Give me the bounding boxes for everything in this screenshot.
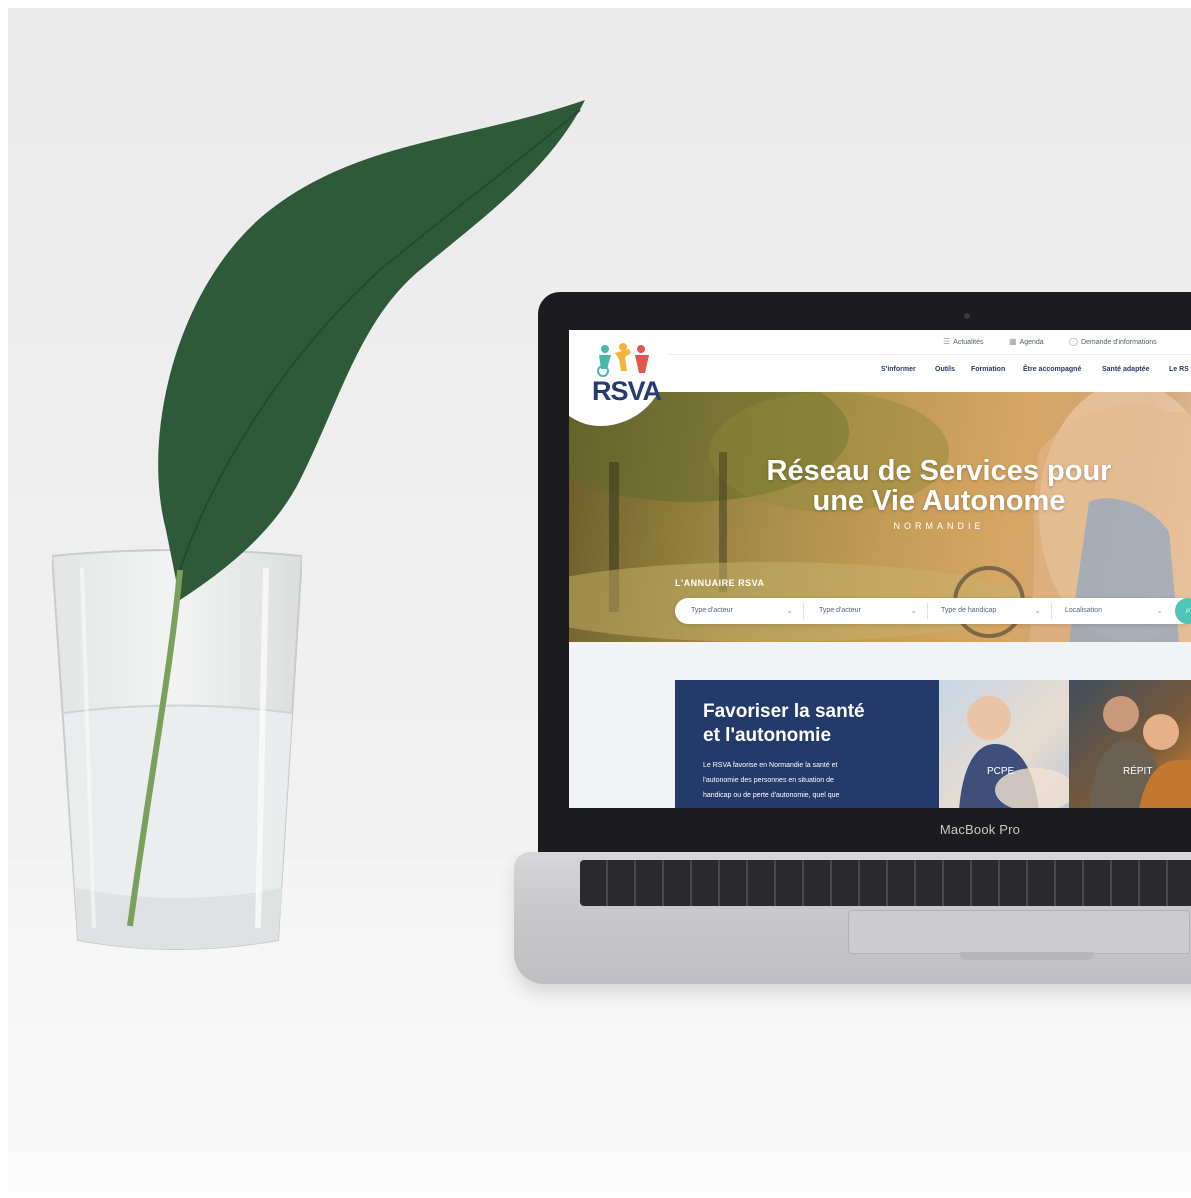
photo-scene: MacBook Pro ☰ Actualités ▦ Agenda ◯ Demande… [0,0,1191,1198]
camera-icon [964,313,970,319]
feature-text: Le RSVA favorise en Normandie la santé e… [703,762,840,799]
logo-figures-icon [597,343,649,377]
search-icon: ⌕ [1185,605,1191,616]
chevron-down-icon: ⌄ [910,606,917,615]
utility-link-demande[interactable]: ◯ Demande d'informations [1069,337,1157,346]
list-icon: ☰ [943,337,951,346]
nav-item-etre-accompagne[interactable]: Être accompagné [1023,366,1081,373]
chevron-down-icon: ⌄ [1156,606,1163,615]
leaf-icon [127,100,585,927]
card-repit[interactable]: RÉPIT [1069,680,1191,808]
select-type-handicap[interactable]: Type de handicap ⌄ [927,598,1051,624]
card-pcpe[interactable]: PCPE [939,680,1069,808]
nav-item-le-rsva[interactable]: Le RS [1169,366,1189,373]
hero-banner: Réseau de Services pour une Vie Autonome… [569,392,1191,642]
content-section: Favoriser la santé et l'autonomie Le RSV… [569,642,1191,808]
card-photo [1089,696,1191,808]
laptop-notch [960,952,1094,960]
feature-title: Favoriser la santé et l'autonomie [703,701,865,746]
select-type-acteur-2[interactable]: Type d'acteur ⌄ [803,598,927,624]
chevron-down-icon: ⌄ [786,606,793,615]
laptop-screen: ☰ Actualités ▦ Agenda ◯ Demande d'informati… [569,330,1191,808]
chat-bubble-icon: ◯ [1069,337,1078,346]
nav-item-outils[interactable]: Outils [935,366,955,373]
select-type-acteur-1[interactable]: Type d'acteur ⌄ [675,598,803,624]
card-label-pcpe: PCPE [987,766,1015,777]
search-button[interactable]: ⌕ [1175,598,1191,624]
nav-item-sinformer[interactable]: S'informer [881,366,916,373]
directory-search-bar: Type d'acteur ⌄ Type d'acteur ⌄ Type de ha… [675,598,1191,624]
utility-link-actualites[interactable]: ☰ Actualités [943,337,984,346]
keyboard [580,860,1191,906]
utility-link-agenda[interactable]: ▦ Agenda [1009,337,1044,346]
trackpad [848,910,1190,954]
nav-item-sante-adaptee[interactable]: Santé adaptée [1102,366,1149,373]
card-photo [959,696,1069,808]
nav-item-formation[interactable]: Formation [971,366,1005,373]
hero-subtitle: NORMANDIE [893,521,985,531]
directory-label: L'ANNUAIRE RSVA [675,578,765,588]
chevron-down-icon: ⌄ [1034,606,1041,615]
feature-panel: Favoriser la santé et l'autonomie Le RSV… [675,680,941,808]
card-label-repit: RÉPIT [1123,766,1153,777]
select-localisation[interactable]: Localisation ⌄ [1051,598,1173,624]
hero-title: Réseau de Services pour une Vie Autonome [766,455,1112,517]
logo-text: RSVA [592,376,662,406]
laptop-brand-label: MacBook Pro [939,822,1021,837]
calendar-icon: ▦ [1009,337,1017,346]
